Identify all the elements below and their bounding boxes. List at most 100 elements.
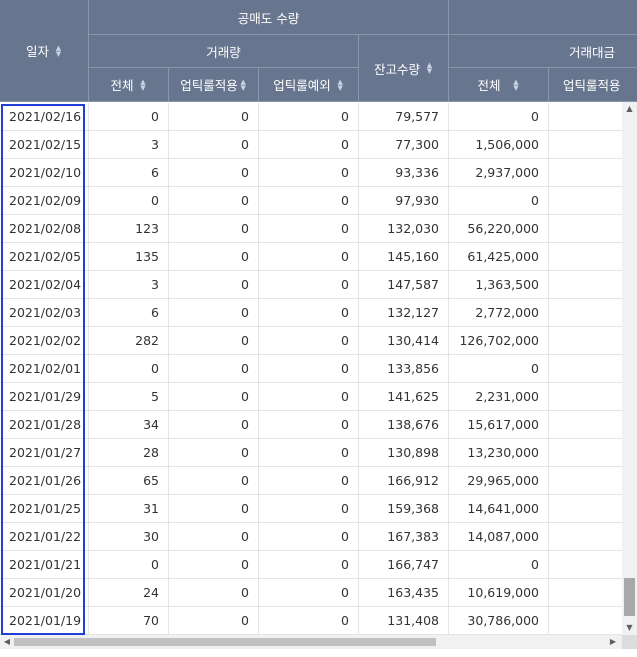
cell-uptick-applied: 0 [169,411,259,439]
cell-volume-total: 0 [89,551,169,579]
cell-balance: 163,435 [359,579,449,607]
arrow-right-icon[interactable]: ▶ [606,635,620,649]
table-row[interactable]: 2021/01/29 5 0 0 141,625 2,231,000 [0,383,622,411]
table-row[interactable]: 2021/02/01 0 0 0 133,856 0 [0,355,622,383]
table-row[interactable]: 2021/02/04 3 0 0 147,587 1,363,500 [0,271,622,299]
cell-date: 2021/01/26 [0,467,89,495]
cell-uptick-exempt: 0 [259,411,359,439]
grid-body: 2021/02/16 0 0 0 79,577 0 2021/02/15 3 0 0 77,300 1… [0,103,622,635]
cell-amount-uptick [549,131,622,159]
cell-volume-total: 0 [89,103,169,131]
cell-uptick-applied: 0 [169,383,259,411]
cell-date: 2021/02/01 [0,355,89,383]
table-row[interactable]: 2021/02/15 3 0 0 77,300 1,506,000 [0,131,622,159]
cell-uptick-applied: 0 [169,327,259,355]
header-balance[interactable]: 잔고수량 ▲ ▼ [359,35,449,102]
header-date[interactable]: 일자 ▲ ▼ [0,0,89,102]
header-uptick-applied[interactable]: 업틱룰적용 ▲ ▼ [169,68,259,102]
cell-amount-uptick [549,355,622,383]
cell-amount-total: 0 [449,103,549,131]
table-row[interactable]: 2021/01/22 30 0 0 167,383 14,087,000 [0,523,622,551]
cell-date: 2021/01/27 [0,439,89,467]
header-amount-uptick-label: 업틱룰적용 [563,78,621,93]
vertical-scroll-thumb[interactable] [624,578,635,616]
vertical-scrollbar[interactable]: ▲ ▼ [622,102,637,635]
sort-arrows-icon[interactable]: ▲ ▼ [240,78,247,91]
cell-balance: 159,368 [359,495,449,523]
cell-date: 2021/01/29 [0,383,89,411]
header-amount-uptick[interactable]: 업틱룰적용 [549,68,637,102]
table-row[interactable]: 2021/01/26 65 0 0 166,912 29,965,000 [0,467,622,495]
cell-amount-total: 15,617,000 [449,411,549,439]
table-row[interactable]: 2021/02/02 282 0 0 130,414 126,702,000 [0,327,622,355]
cell-amount-uptick [549,411,622,439]
cell-volume-total: 6 [89,299,169,327]
cell-uptick-applied: 0 [169,579,259,607]
short-selling-grid: 일자 ▲ ▼ 공매도 수량 거래량 잔고수량 ▲ ▼ 거래대금 전체 ▲ ▼ 업틱룰적… [0,0,637,657]
cell-amount-uptick [549,299,622,327]
cell-amount-uptick [549,523,622,551]
cell-uptick-exempt: 0 [259,383,359,411]
cell-balance: 138,676 [359,411,449,439]
table-row[interactable]: 2021/01/19 70 0 0 131,408 30,786,000 [0,607,622,635]
cell-amount-uptick [549,607,622,635]
sort-arrows-icon[interactable]: ▲ ▼ [55,44,62,57]
cell-amount-total: 2,937,000 [449,159,549,187]
cell-amount-total: 13,230,000 [449,439,549,467]
cell-uptick-exempt: 0 [259,131,359,159]
table-row[interactable]: 2021/02/16 0 0 0 79,577 0 [0,103,622,131]
cell-volume-total: 123 [89,215,169,243]
table-row[interactable]: 2021/02/05 135 0 0 145,160 61,425,000 [0,243,622,271]
cell-uptick-exempt: 0 [259,579,359,607]
header-amount-total-label: 전체 [477,78,501,93]
cell-balance: 145,160 [359,243,449,271]
horizontal-scrollbar[interactable]: ◀ ▶ [0,635,622,649]
cell-uptick-applied: 0 [169,495,259,523]
header-balance-label: 잔고수량 [373,61,420,77]
cell-uptick-exempt: 0 [259,103,359,131]
sort-arrows-icon[interactable]: ▲ ▼ [140,78,147,91]
table-row[interactable]: 2021/01/25 31 0 0 159,368 14,641,000 [0,495,622,523]
table-row[interactable]: 2021/01/28 34 0 0 138,676 15,617,000 [0,411,622,439]
cell-date: 2021/01/25 [0,495,89,523]
table-row[interactable]: 2021/01/20 24 0 0 163,435 10,619,000 [0,579,622,607]
arrow-down-icon[interactable]: ▼ [622,621,637,635]
sort-arrows-icon[interactable]: ▲ ▼ [513,78,520,91]
cell-date: 2021/02/16 [0,103,89,131]
cell-amount-total: 1,363,500 [449,271,549,299]
table-row[interactable]: 2021/01/21 0 0 0 166,747 0 [0,551,622,579]
table-row[interactable]: 2021/02/09 0 0 0 97,930 0 [0,187,622,215]
table-row[interactable]: 2021/02/03 6 0 0 132,127 2,772,000 [0,299,622,327]
cell-balance: 132,127 [359,299,449,327]
cell-balance: 97,930 [359,187,449,215]
table-row[interactable]: 2021/01/27 28 0 0 130,898 13,230,000 [0,439,622,467]
cell-balance: 130,898 [359,439,449,467]
arrow-left-icon[interactable]: ◀ [0,635,14,649]
sort-arrows-icon[interactable]: ▲ ▼ [337,78,344,91]
cell-volume-total: 30 [89,523,169,551]
cell-uptick-exempt: 0 [259,467,359,495]
header-short-qty-label: 공매도 수량 [237,10,300,26]
header-uptick-exempt[interactable]: 업틱룰예외 ▲ ▼ [259,68,359,102]
sort-arrows-icon[interactable]: ▲ ▼ [426,62,433,75]
cell-amount-total: 0 [449,551,549,579]
cell-volume-total: 6 [89,159,169,187]
cell-amount-total: 61,425,000 [449,243,549,271]
cell-volume-total: 3 [89,271,169,299]
header-amount-group: 거래대금 [449,35,637,68]
header-volume-total[interactable]: 전체 ▲ ▼ [89,68,169,102]
table-row[interactable]: 2021/02/08 123 0 0 132,030 56,220,000 [0,215,622,243]
cell-balance: 93,336 [359,159,449,187]
header-amount-total[interactable]: 전체 ▲ ▼ [449,68,549,102]
cell-date: 2021/01/28 [0,411,89,439]
bottom-strip [0,649,637,657]
cell-uptick-applied: 0 [169,271,259,299]
arrow-up-icon[interactable]: ▲ [622,102,637,116]
cell-uptick-applied: 0 [169,159,259,187]
cell-volume-total: 135 [89,243,169,271]
horizontal-scroll-thumb[interactable] [14,638,436,646]
table-row[interactable]: 2021/02/10 6 0 0 93,336 2,937,000 [0,159,622,187]
cell-balance: 131,408 [359,607,449,635]
cell-uptick-exempt: 0 [259,523,359,551]
cell-amount-uptick [549,215,622,243]
